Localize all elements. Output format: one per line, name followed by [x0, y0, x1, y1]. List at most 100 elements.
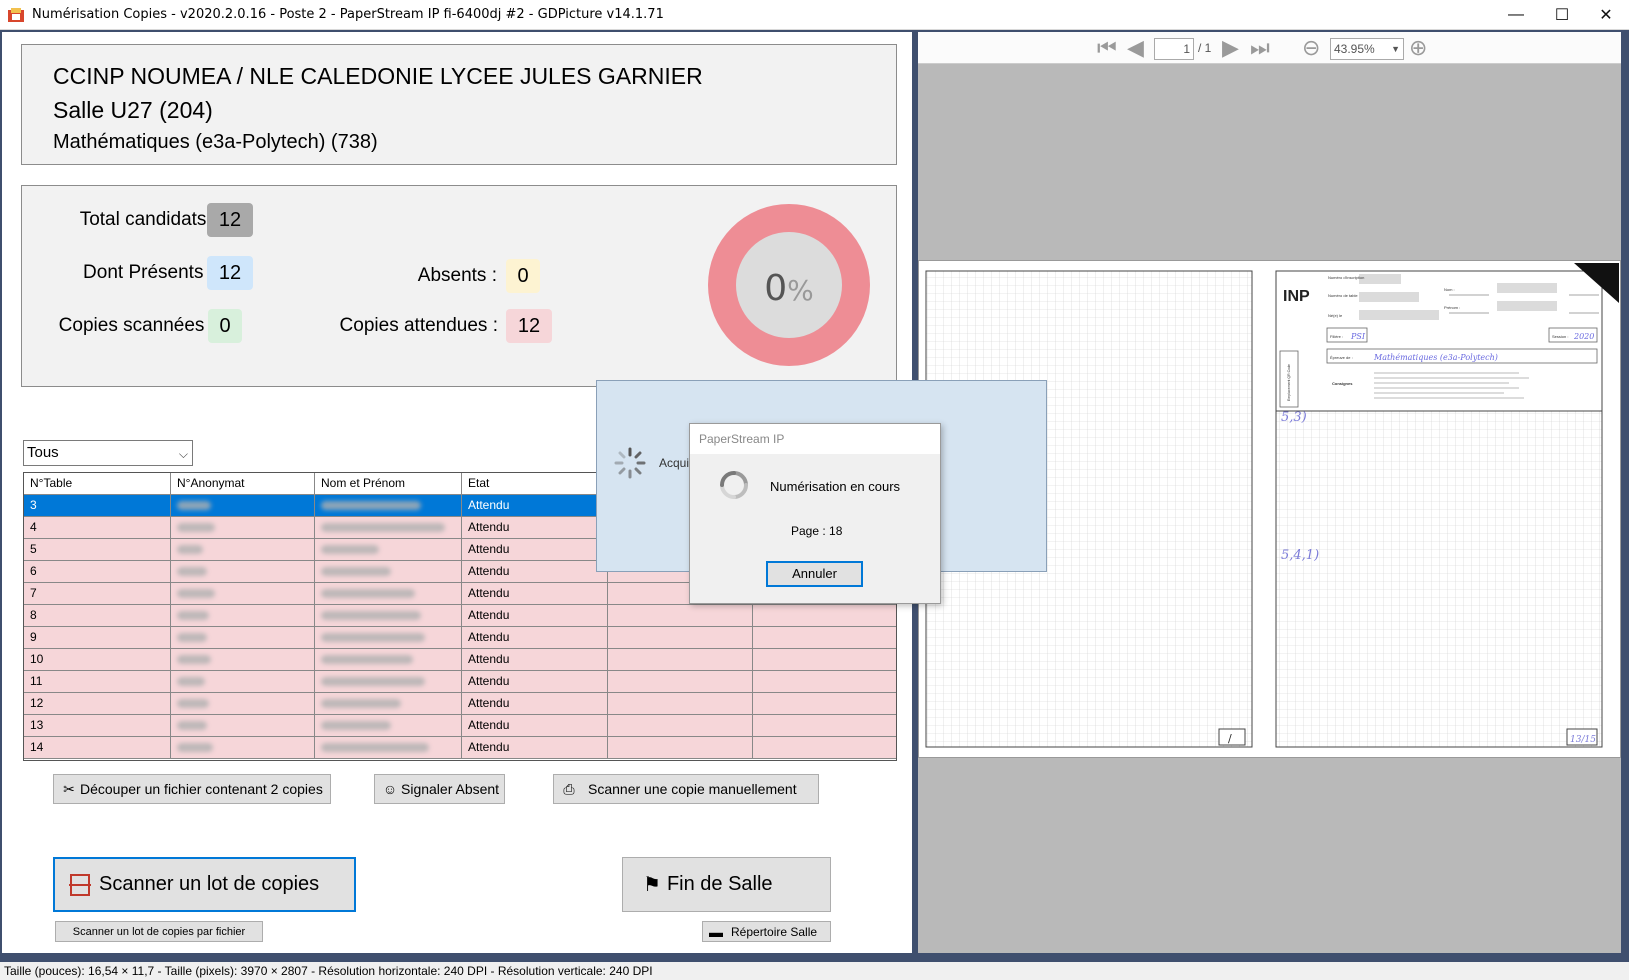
table-row[interactable]: 11 Attendu [24, 671, 896, 693]
scan-batch-label: Scanner un lot de copies [99, 873, 320, 895]
last-page-icon[interactable]: ⏭ [1250, 37, 1270, 59]
redacted-text [177, 611, 209, 621]
absents-value: 0 [506, 259, 540, 293]
cell-empty [608, 693, 753, 715]
redacted-text [321, 545, 379, 555]
page-number-input[interactable]: 1 [1154, 38, 1194, 60]
cell-nom-redacted [315, 693, 462, 715]
doc-field-nom: Nom : [1444, 287, 1455, 292]
zoom-select[interactable]: 43.95% ▼ [1330, 38, 1404, 60]
cell-table: 14 [24, 737, 171, 759]
report-absent-label: Signaler Absent [401, 781, 500, 797]
redacted-text [177, 523, 215, 533]
table-row[interactable]: 13 Attendu [24, 715, 896, 737]
chevron-down-icon: ⌵ [178, 447, 188, 461]
cell-etat: Attendu [462, 737, 608, 759]
report-absent-button[interactable]: ☺ Signaler Absent [374, 774, 505, 804]
room-directory-button[interactable]: ▬ Répertoire Salle [702, 921, 831, 942]
session-header-box: CCINP NOUMEA / NLE CALEDONIE LYCEE JULES… [21, 44, 897, 165]
cell-nom-redacted [315, 649, 462, 671]
doc-field-session: Session : [1552, 334, 1568, 339]
redacted-text [321, 721, 391, 731]
col-anonymat[interactable]: N°Anonymat [171, 473, 315, 495]
col-table[interactable]: N°Table [24, 473, 171, 495]
center-name: CCINP NOUMEA / NLE CALEDONIE LYCEE JULES… [53, 63, 703, 89]
expected-value: 12 [506, 309, 552, 343]
donut-value: 0 [764, 268, 787, 309]
next-page-icon[interactable]: ▶ [1222, 37, 1239, 59]
maximize-button[interactable]: ☐ [1539, 0, 1585, 30]
first-page-icon[interactable]: ⏮ [1097, 37, 1117, 59]
cell-table: 4 [24, 517, 171, 539]
cell-anonymat-redacted [171, 649, 315, 671]
table-row[interactable]: 8 Attendu [24, 605, 896, 627]
handwritten-note-1: 5,3) [1281, 410, 1307, 425]
scan-from-file-button[interactable]: Scanner un lot de copies par fichier [55, 921, 263, 942]
loading-spinner-icon [720, 471, 748, 499]
cell-table: 10 [24, 649, 171, 671]
page-total: / 1 [1198, 41, 1212, 55]
redacted-text [321, 743, 429, 753]
cell-etat: Attendu [462, 539, 608, 561]
cell-anonymat-redacted [171, 671, 315, 693]
cell-table: 7 [24, 583, 171, 605]
cancel-button[interactable]: Annuler [766, 561, 863, 587]
total-value: 12 [207, 203, 253, 237]
split-file-label: Découper un fichier contenant 2 copies [80, 781, 323, 797]
cell-anonymat-redacted [171, 605, 315, 627]
cell-anonymat-redacted [171, 495, 315, 517]
scan-frame-icon [69, 873, 91, 896]
right-page-number: 13/15 [1570, 735, 1596, 745]
filter-dropdown[interactable]: Tous ⌵ [23, 440, 193, 466]
zoom-in-icon[interactable]: ⊕ [1409, 37, 1427, 59]
previous-page-icon[interactable]: ◀ [1127, 37, 1144, 59]
cell-etat: Attendu [462, 561, 608, 583]
redacted-text [321, 699, 401, 709]
redacted-text [177, 633, 207, 643]
cell-nom-redacted [315, 583, 462, 605]
cell-empty [753, 649, 896, 671]
cell-empty [608, 627, 753, 649]
cell-empty [608, 671, 753, 693]
svg-text:0%: 0% [764, 268, 814, 309]
absents-label: Absents : [417, 265, 497, 286]
cell-etat: Attendu [462, 693, 608, 715]
scan-batch-button[interactable]: Scanner un lot de copies [53, 857, 356, 912]
table-row[interactable]: 12 Attendu [24, 693, 896, 715]
cell-nom-redacted [315, 495, 462, 517]
split-file-button[interactable]: ✂ Découper un fichier contenant 2 copies [53, 774, 331, 804]
cell-empty [608, 605, 753, 627]
table-row[interactable]: 14 Attendu [24, 737, 896, 759]
col-etat[interactable]: Etat [462, 473, 608, 495]
cell-table: 9 [24, 627, 171, 649]
manual-scan-button[interactable]: ⎙ Scanner une copie manuellement [553, 774, 819, 804]
progress-donut: 0% [708, 204, 870, 366]
absent-icon: ☺ [382, 781, 398, 797]
cell-anonymat-redacted [171, 561, 315, 583]
cell-nom-redacted [315, 627, 462, 649]
redacted-text [177, 743, 213, 753]
end-room-button[interactable]: ⚑ Fin de Salle [622, 857, 831, 912]
table-row[interactable]: 9 Attendu [24, 627, 896, 649]
cell-empty [753, 627, 896, 649]
doc-field-epreuve: Épreuve de : [1330, 355, 1353, 360]
exam-name: Mathématiques (e3a-Polytech) (738) [53, 131, 378, 153]
cell-etat: Attendu [462, 517, 608, 539]
zoom-out-icon[interactable]: ⊖ [1302, 37, 1320, 59]
dialog-title: PaperStream IP [690, 424, 940, 454]
redacted-text [321, 501, 421, 511]
minimize-button[interactable]: — [1493, 0, 1539, 30]
total-label: Total candidats : [79, 209, 217, 230]
manual-scan-label: Scanner une copie manuellement [588, 781, 797, 797]
cell-table: 13 [24, 715, 171, 737]
cell-anonymat-redacted [171, 737, 315, 759]
scanned-value: 0 [208, 309, 242, 343]
app-icon [8, 8, 24, 22]
table-row[interactable]: 10 Attendu [24, 649, 896, 671]
doc-field-ne: Né(e) le [1328, 313, 1343, 318]
expected-label: Copies attendues : [339, 315, 498, 336]
close-button[interactable]: ✕ [1583, 0, 1629, 30]
cell-etat: Attendu [462, 495, 608, 517]
col-nom[interactable]: Nom et Prénom [315, 473, 462, 495]
status-bar: Taille (pouces): 16,54 × 11,7 - Taille (… [0, 962, 1629, 980]
